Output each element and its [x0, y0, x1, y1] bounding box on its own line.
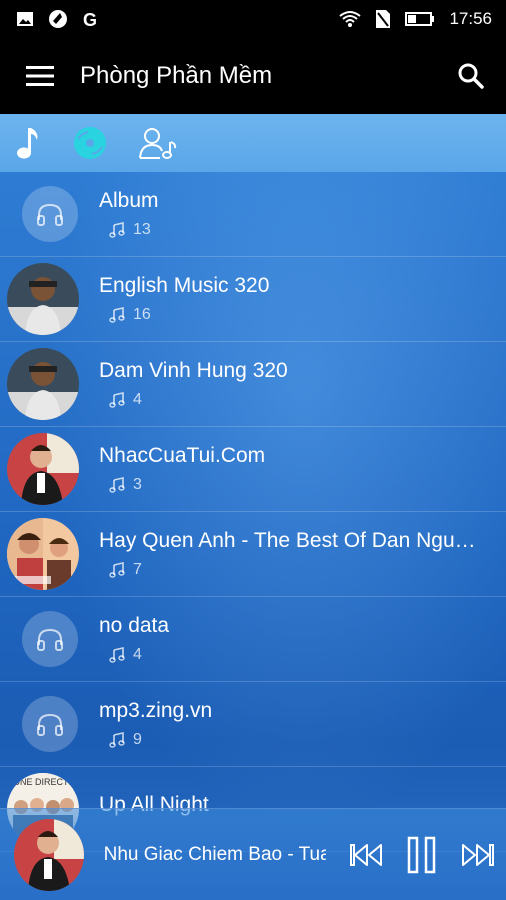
list-item[interactable]: Dam Vinh Hung 320 4: [0, 342, 506, 427]
album-cover-photo: [6, 263, 79, 335]
player-controls: [338, 825, 506, 885]
search-button[interactable]: [436, 38, 506, 114]
status-bar: G 17:56: [0, 0, 506, 38]
row-text: Album 13: [99, 189, 506, 239]
music-note-icon: [109, 392, 125, 408]
list-item[interactable]: mp3.zing.vn 9: [0, 682, 506, 767]
album-title: Album: [99, 189, 159, 212]
globe-icon: [49, 10, 67, 28]
now-playing-art: [14, 818, 84, 891]
music-note-icon: [109, 222, 125, 238]
row-meta: 13: [99, 221, 476, 239]
app-bar: Phòng Phần Mềm: [0, 38, 506, 114]
hamburger-icon: [26, 66, 54, 86]
row-meta: 7: [99, 561, 476, 579]
row-text: Dam Vinh Hung 320 4: [99, 359, 506, 409]
row-text: NhacCuaTui.Com 3: [99, 444, 506, 494]
song-count: 7: [133, 561, 142, 578]
search-icon: [458, 63, 484, 89]
next-button[interactable]: [450, 825, 506, 885]
music-note-icon: [17, 128, 38, 159]
list-item[interactable]: NhacCuaTui.Com 3: [0, 427, 506, 512]
status-right: 17:56: [339, 9, 492, 29]
album-art: [0, 342, 99, 427]
song-count: 4: [133, 646, 142, 663]
album-art: [0, 597, 99, 682]
song-count: 16: [133, 306, 151, 323]
tab-artists[interactable]: [124, 114, 192, 172]
pause-icon: [407, 836, 436, 873]
previous-icon: [350, 843, 382, 866]
headphones-placeholder: [21, 186, 78, 242]
app-title: Phòng Phần Mềm: [80, 62, 273, 89]
album-art: [0, 172, 99, 257]
g-icon: G: [83, 10, 97, 28]
music-note-icon: [109, 477, 125, 493]
headphones-placeholder: [21, 696, 78, 752]
row-meta: 4: [99, 391, 476, 409]
tab-songs[interactable]: [0, 114, 56, 172]
disc-icon: [74, 127, 106, 159]
list-item[interactable]: Album 13: [0, 172, 506, 257]
album-title: mp3.zing.vn: [99, 699, 213, 722]
song-count: 13: [133, 221, 151, 238]
battery-icon: [405, 12, 435, 26]
album-art: [0, 682, 99, 767]
music-note-icon: [109, 307, 125, 323]
album-art: [0, 257, 99, 342]
album-art: [0, 427, 99, 512]
album-title: NhacCuaTui.Com: [99, 444, 266, 467]
artist-icon: [139, 128, 177, 159]
headphones-icon: [36, 713, 63, 736]
album-title: no data: [99, 614, 170, 637]
row-text: English Music 320 16: [99, 274, 506, 324]
next-icon: [462, 843, 494, 866]
svg-text:ONE DIRECTION: ONE DIRECTION: [13, 777, 79, 787]
album-art: [0, 512, 99, 597]
status-time: 17:56: [449, 9, 492, 28]
headphones-icon: [36, 628, 63, 651]
music-note-icon: [109, 647, 125, 663]
sim-icon: [376, 10, 391, 28]
album-cover-photo: [6, 518, 79, 590]
album-title: Hay Quen Anh - The Best Of Dan Nguyen: [99, 529, 476, 552]
album-title: English Music 320: [99, 274, 270, 297]
song-count: 9: [133, 731, 142, 748]
list-item[interactable]: Hay Quen Anh - The Best Of Dan Nguyen 7: [0, 512, 506, 597]
tab-bar: [0, 114, 506, 172]
row-text: Hay Quen Anh - The Best Of Dan Nguyen 7: [99, 529, 506, 579]
list-item[interactable]: English Music 320 16: [0, 257, 506, 342]
content-area: Album 13 English Music 320 16 Dam Vinh H…: [0, 114, 506, 900]
now-playing-title: Nhu Giac Chiem Bao - Tuan Hung: [103, 843, 326, 865]
row-meta: 9: [99, 731, 476, 749]
image-icon: [17, 12, 33, 26]
headphones-icon: [36, 203, 63, 226]
pause-button[interactable]: [394, 825, 450, 885]
row-meta: 16: [99, 306, 476, 324]
song-count: 4: [133, 391, 142, 408]
row-text: mp3.zing.vn 9: [99, 699, 506, 749]
row-meta: 3: [99, 476, 476, 494]
svg-text:G: G: [83, 10, 97, 28]
status-left: G: [16, 9, 100, 29]
tab-albums[interactable]: [56, 114, 124, 172]
album-list: Album 13 English Music 320 16 Dam Vinh H…: [0, 172, 506, 852]
row-text: no data 4: [99, 614, 506, 664]
album-title: Dam Vinh Hung 320: [99, 359, 288, 382]
song-count: 3: [133, 476, 142, 493]
album-cover-photo: [6, 433, 79, 505]
music-note-icon: [109, 732, 125, 748]
previous-button[interactable]: [338, 825, 394, 885]
music-note-icon: [109, 562, 125, 578]
wifi-icon: [339, 11, 362, 27]
album-cover-photo: [6, 348, 79, 420]
menu-button[interactable]: [0, 38, 80, 114]
row-meta: 4: [99, 646, 476, 664]
list-item[interactable]: no data 4: [0, 597, 506, 682]
mini-player[interactable]: Nhu Giac Chiem Bao - Tuan Hung: [0, 808, 506, 900]
headphones-placeholder: [21, 611, 78, 667]
